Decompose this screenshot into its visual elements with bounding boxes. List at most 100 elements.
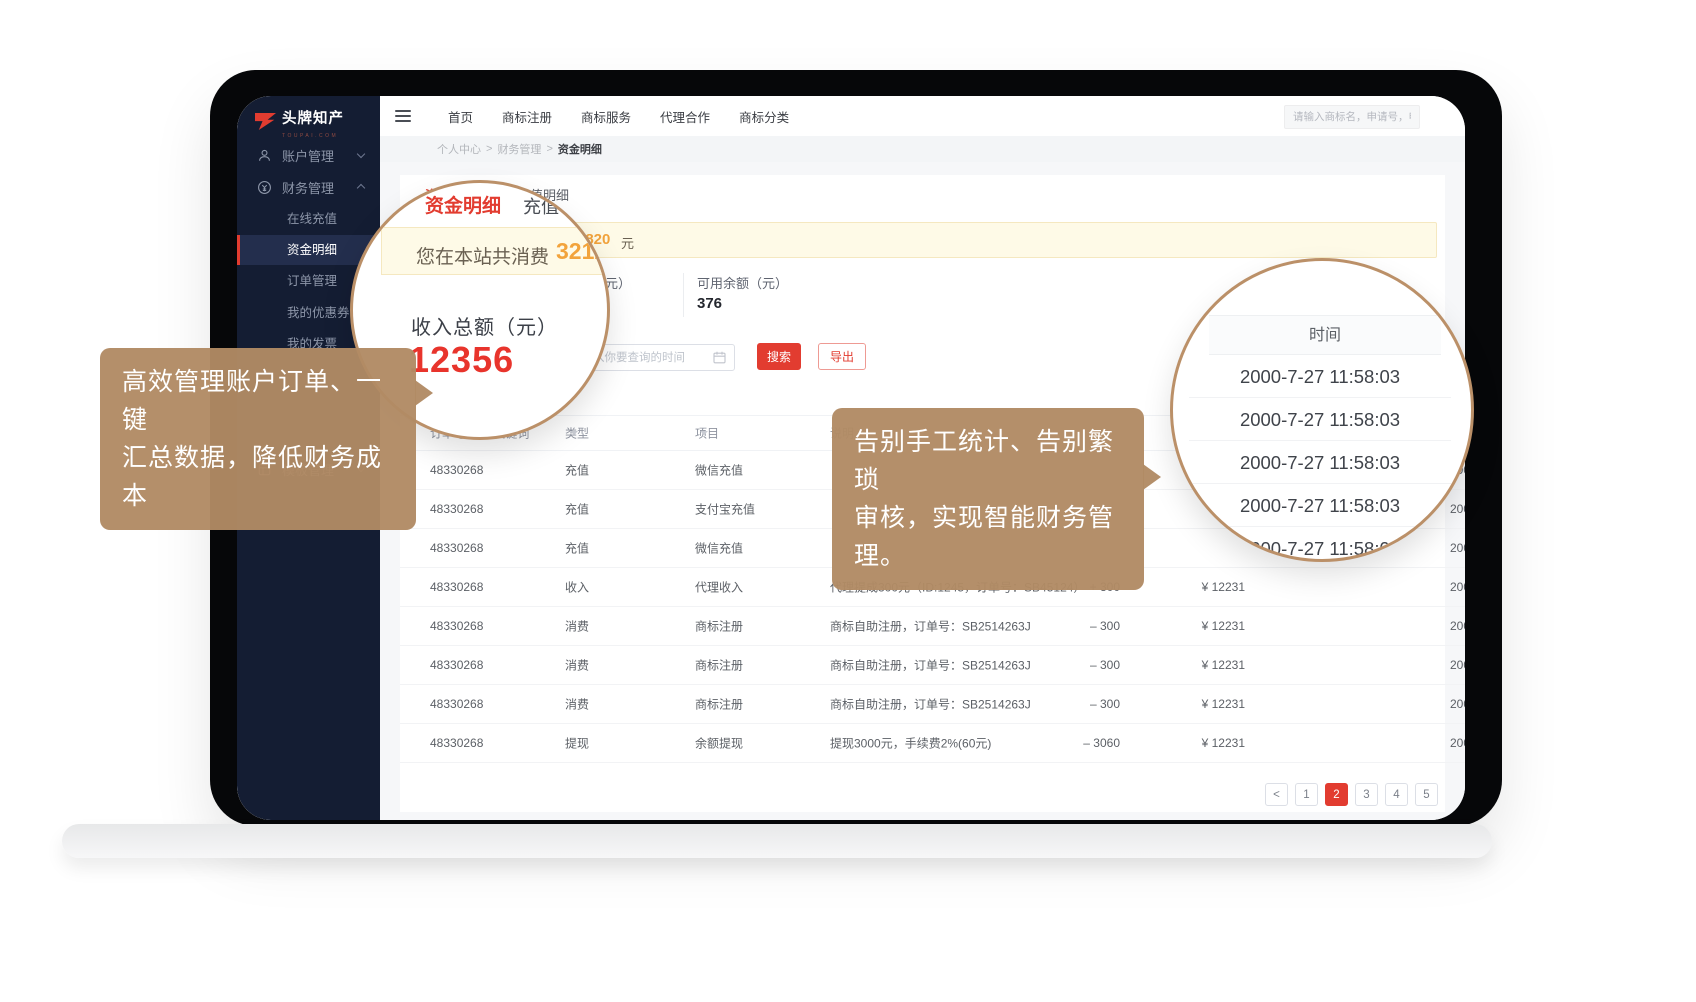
- callout-left: 高效管理账户订单、一键 汇总数据，降低财务成本: [100, 348, 416, 530]
- breadcrumb-home[interactable]: 个人中心: [437, 141, 481, 157]
- cell-order: 48330268: [430, 619, 483, 633]
- sidebar-item-finance[interactable]: 财务管理: [237, 172, 380, 202]
- magnified-time-row: 2000-7-27 11:58:03: [1189, 441, 1451, 484]
- nav-item-trademark-service[interactable]: 商标服务: [581, 107, 631, 126]
- cell-balance: ¥ 12231: [1155, 697, 1245, 711]
- nav-item-agency[interactable]: 代理合作: [660, 107, 710, 126]
- hamburger-menu-icon[interactable]: [395, 110, 411, 122]
- magnifier-circle-time: 时间 2000-7-27 11:58:03 2000-7-27 11:58:03…: [1170, 258, 1474, 562]
- sort-caret-icon[interactable]: [570, 431, 578, 439]
- breadcrumb-separator: >: [486, 143, 492, 155]
- table-row: 48330268 提现 余额提现 提现3000元，手续费2%(60元) – 30…: [400, 724, 1465, 763]
- breadcrumb-current: 资金明细: [558, 141, 602, 157]
- cell-desc: 商标自助注册，订单号：SB2514263J: [830, 696, 1031, 713]
- cell-desc: 商标自助注册，订单号：SB2514263J: [830, 618, 1031, 635]
- search-button[interactable]: 搜索: [757, 343, 801, 370]
- user-icon: [257, 148, 272, 163]
- cell-time: 2000-7-27 11:58:03: [1450, 697, 1465, 711]
- pagination-prev-button[interactable]: <: [1265, 783, 1288, 806]
- balance-label: 可用余额（元）: [697, 273, 788, 292]
- breadcrumb-section[interactable]: 财务管理: [497, 141, 541, 157]
- cell-type: 提现: [565, 735, 589, 752]
- header-project[interactable]: 项目: [695, 426, 708, 440]
- trademark-search-input[interactable]: [1284, 105, 1420, 129]
- topbar: 首页 商标注册 商标服务 代理合作 商标分类: [380, 96, 1465, 136]
- cell-time: 2000-7-27 11:58:03: [1450, 658, 1465, 672]
- nav-item-home[interactable]: 首页: [448, 107, 473, 126]
- nav-item-trademark-class[interactable]: 商标分类: [739, 107, 789, 126]
- cell-type: 消费: [565, 696, 589, 713]
- pagination-page-5[interactable]: 5: [1415, 783, 1438, 806]
- header-type[interactable]: 类型: [565, 426, 578, 440]
- magnified-time-row: 2000-7-27 11:58:03: [1189, 398, 1451, 441]
- pagination: < 1 2 3 4 5: [1265, 783, 1438, 806]
- chevron-down-icon: [357, 150, 365, 158]
- breadcrumb-separator: >: [546, 143, 552, 155]
- stats-divider: [683, 273, 684, 317]
- cell-desc: 提现3000元，手续费2%(60元): [830, 735, 991, 752]
- magnified-tab-recharge: 充值明细: [523, 193, 595, 219]
- magnified-banner-text: 您在本站共消费: [416, 242, 549, 269]
- cell-project: 商标注册: [695, 696, 743, 713]
- pagination-page-3[interactable]: 3: [1355, 783, 1378, 806]
- sort-caret-icon[interactable]: [700, 431, 708, 439]
- table-row: 48330268 消费 商标注册 商标自助注册，订单号：SB2514263J –…: [400, 685, 1465, 724]
- cell-order: 48330268: [430, 736, 483, 750]
- cell-order: 48330268: [430, 580, 483, 594]
- cell-order: 48330268: [430, 463, 483, 477]
- sidebar-item-account[interactable]: 账户管理: [237, 140, 380, 170]
- cell-time: 2000-7-27 11:58:03: [1450, 619, 1465, 633]
- magnified-banner: 您在本站共消费 32124 元: [381, 227, 610, 275]
- cell-order: 48330268: [430, 541, 483, 555]
- cell-project: 代理收入: [695, 579, 743, 596]
- cell-balance: ¥ 12231: [1155, 580, 1245, 594]
- cell-desc: 商标自助注册，订单号：SB2514263J: [830, 657, 1031, 674]
- cell-balance: ¥ 12231: [1155, 658, 1245, 672]
- magnified-time-row: 2000-7-27 11:58:03: [1189, 484, 1451, 527]
- sidebar-item-recharge[interactable]: 在线充值: [237, 204, 380, 234]
- pagination-page-4[interactable]: 4: [1385, 783, 1408, 806]
- cell-type: 消费: [565, 618, 589, 635]
- pagination-page-1[interactable]: 1: [1295, 783, 1318, 806]
- cell-balance: ¥ 12231: [1155, 619, 1245, 633]
- table-row: 48330268 消费 商标注册 商标自助注册，订单号：SB2514263J –…: [400, 646, 1465, 685]
- cell-project: 商标注册: [695, 657, 743, 674]
- cell-order: 48330268: [430, 658, 483, 672]
- cell-balance: ¥ 12231: [1155, 736, 1245, 750]
- banner-unit: 元: [621, 233, 634, 252]
- cell-type: 充值: [565, 501, 589, 518]
- cell-type: 消费: [565, 657, 589, 674]
- cell-order: 48330268: [430, 502, 483, 516]
- export-button[interactable]: 导出: [818, 343, 866, 370]
- cell-type: 收入: [565, 579, 589, 596]
- cell-project: 余额提现: [695, 735, 743, 752]
- magnified-income-label: 收入总额（元）: [411, 311, 558, 340]
- magnified-time-row: 2000-7-27 11:58:03: [1189, 527, 1451, 562]
- cell-time: 2000-7-27 11:58:03: [1450, 502, 1465, 516]
- pagination-page-2-active[interactable]: 2: [1325, 783, 1348, 806]
- nav-item-trademark-register[interactable]: 商标注册: [502, 107, 552, 126]
- sidebar-item-label: 财务管理: [282, 178, 334, 197]
- callout-right: 告别手工统计、告别繁琐 审核，实现智能财务管 理。: [832, 408, 1144, 590]
- top-navigation: 首页 商标注册 商标服务 代理合作 商标分类: [448, 107, 789, 126]
- cell-amount: – 3060: [1030, 736, 1120, 750]
- cell-amount: – 300: [1030, 658, 1120, 672]
- brand-logo-icon: [255, 113, 276, 130]
- cell-time: 2000-7-27 11:58:03: [1450, 541, 1465, 555]
- sidebar-item-label: 账户管理: [282, 146, 334, 165]
- laptop-base: [62, 824, 1492, 858]
- cell-amount: – 300: [1030, 619, 1120, 633]
- cell-type: 充值: [565, 540, 589, 557]
- finance-icon: [257, 180, 272, 195]
- cell-amount: – 300: [1030, 697, 1120, 711]
- magnified-banner-amount: 32124: [556, 238, 610, 265]
- cell-time: 2000-7-27 11:58:03: [1450, 736, 1465, 750]
- brand-name: 头牌知产: [282, 112, 344, 127]
- cell-project: 支付宝充值: [695, 501, 755, 518]
- chevron-up-icon: [357, 184, 365, 192]
- calendar-icon[interactable]: [713, 351, 726, 364]
- balance-value: 376: [697, 295, 722, 312]
- magnified-time-header: 时间: [1209, 315, 1441, 355]
- cell-time: 2000-7-27 11:58:03: [1450, 580, 1465, 594]
- breadcrumb: 个人中心 > 财务管理 > 资金明细: [380, 136, 1465, 162]
